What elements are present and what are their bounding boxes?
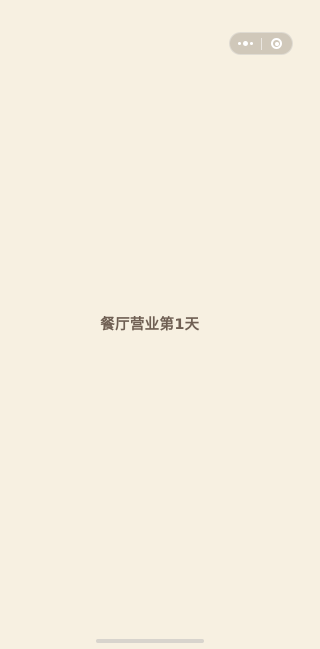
close-target-icon bbox=[271, 38, 283, 49]
home-indicator[interactable] bbox=[96, 639, 204, 643]
close-button[interactable] bbox=[262, 33, 293, 54]
more-dots-icon bbox=[237, 41, 253, 46]
more-button[interactable] bbox=[230, 33, 261, 54]
day-title: 餐厅营业第1天 bbox=[100, 317, 200, 333]
splash-screen: 餐厅营业第1天 bbox=[0, 0, 300, 649]
mini-program-capsule bbox=[229, 32, 293, 55]
